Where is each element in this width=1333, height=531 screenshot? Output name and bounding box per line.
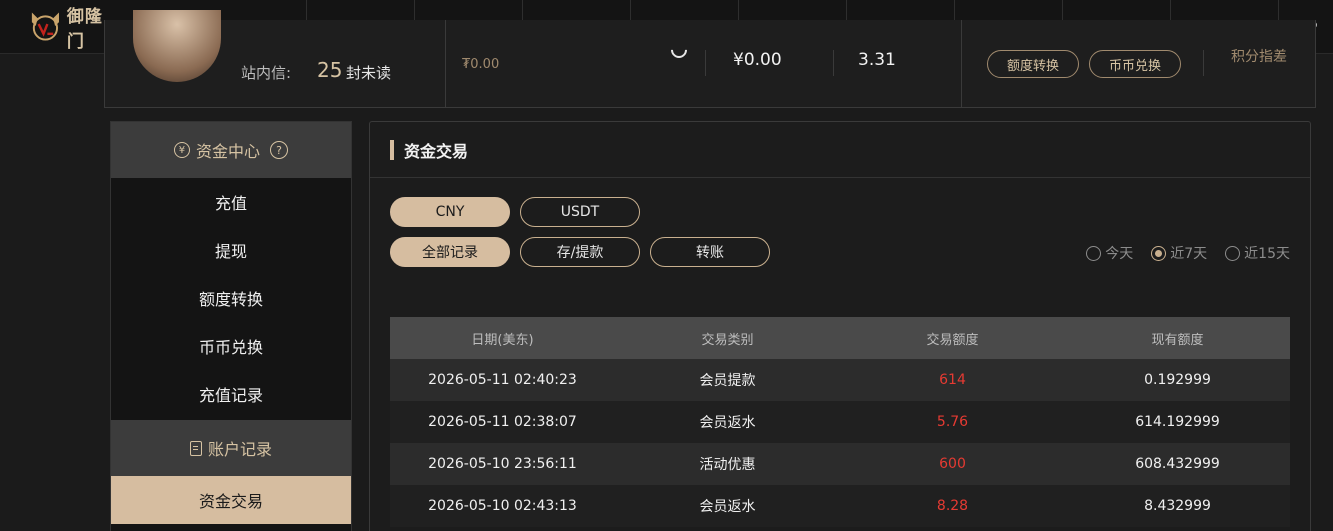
date-filter-label: 今天	[1105, 246, 1134, 262]
page-title: 资金交易	[404, 141, 469, 161]
divider	[445, 20, 446, 108]
sidebar-item-quota-transfer[interactable]: 额度转换	[111, 274, 351, 322]
cell-amount: 614	[939, 372, 966, 388]
help-icon[interactable]: ?	[270, 141, 288, 159]
sidebar-item-withdraw[interactable]: 提现	[111, 226, 351, 274]
message-unread-label: 封未读	[346, 64, 392, 82]
cell-balance: 608.432999	[1135, 456, 1220, 472]
date-filter-group: 今天 近7天 近15天	[1086, 243, 1290, 263]
other-balance: 3.31	[858, 50, 896, 70]
cell-date: 2026-05-11 02:40:23	[428, 372, 577, 388]
quota-transfer-button[interactable]: 额度转换	[987, 50, 1079, 78]
coin-icon: ¥	[173, 142, 190, 158]
table-header: 日期(美东) 交易类别 交易额度 现有额度	[390, 317, 1290, 359]
radio-icon	[1225, 245, 1241, 261]
transactions-table: 日期(美东) 交易类别 交易额度 现有额度 2026-05-11 02:40:2…	[390, 317, 1290, 527]
cell-type: 会员返水	[699, 499, 756, 515]
sidebar-section-title: 资金中心	[195, 142, 260, 161]
cell-type: 活动优惠	[699, 457, 756, 473]
cny-balance: ¥0.00	[733, 50, 782, 70]
record-tab-transfer[interactable]: 转账	[650, 237, 770, 267]
column-header-balance: 现有额度	[1151, 332, 1204, 348]
divider	[705, 50, 706, 76]
fund-transactions-panel: 资金交易 CNY USDT 全部记录 存/提款 转账 今天 近7天 近15天 日…	[369, 121, 1311, 531]
panel-header: 资金交易	[370, 122, 1310, 178]
sidebar-section-account-records: 账户记录	[111, 420, 351, 476]
column-header-type: 交易类别	[701, 332, 754, 348]
divider	[833, 50, 834, 76]
date-filter-label: 近15天	[1244, 246, 1290, 262]
date-filter-label: 近7天	[1170, 246, 1208, 262]
account-summary: 站内信: 25 封未读 ₮0.00 ¥0.00 3.31 额度转换 币币兑换 积…	[104, 10, 1316, 108]
avatar[interactable]	[133, 10, 221, 82]
date-filter-today[interactable]: 今天	[1086, 243, 1133, 263]
sidebar-item-deposit[interactable]: 充值	[111, 178, 351, 226]
cell-date: 2026-05-10 23:56:11	[428, 456, 577, 472]
coin-exchange-button[interactable]: 币币兑换	[1089, 50, 1181, 78]
cell-amount: 600	[939, 456, 966, 472]
column-header-amount: 交易额度	[926, 332, 979, 348]
table-row: 2026-05-11 02:40:23 会员提款 614 0.192999	[390, 359, 1290, 401]
cell-type: 会员提款	[699, 373, 756, 389]
currency-tab-usdt[interactable]: USDT	[520, 197, 640, 227]
radio-checked-icon	[1151, 245, 1167, 261]
cell-balance: 614.192999	[1135, 414, 1220, 430]
date-filter-15days[interactable]: 近15天	[1225, 243, 1290, 263]
sidebar-item-deposit-records[interactable]: 充值记录	[111, 370, 351, 418]
sidebar-section-funds: ¥ 资金中心 ?	[111, 122, 351, 178]
table-row: 2026-05-10 23:56:11 活动优惠 600 608.432999	[390, 443, 1290, 485]
document-icon	[189, 440, 202, 456]
column-header-date: 日期(美东)	[471, 332, 534, 348]
date-filter-7days[interactable]: 近7天	[1151, 243, 1207, 263]
table-body: 2026-05-11 02:40:23 会员提款 614 0.192999 20…	[390, 359, 1290, 527]
record-tab-all[interactable]: 全部记录	[390, 237, 510, 267]
title-accent-bar	[390, 139, 394, 160]
refresh-icon[interactable]	[667, 38, 691, 62]
sidebar-section-title: 账户记录	[207, 440, 272, 459]
message-label: 站内信:	[241, 64, 292, 82]
cell-amount: 5.76	[936, 414, 969, 430]
cell-balance: 0.192999	[1144, 372, 1211, 388]
divider	[961, 20, 962, 108]
cell-amount: 8.28	[936, 498, 969, 514]
table-row: 2026-05-11 02:38:07 会员返水 5.76 614.192999	[390, 401, 1290, 443]
cell-balance: 8.432999	[1144, 498, 1211, 514]
cell-date: 2026-05-10 02:43:13	[428, 498, 577, 514]
usdt-balance: ₮0.00	[462, 57, 500, 72]
cell-date: 2026-05-11 02:38:07	[428, 414, 577, 430]
logo-emblem-icon	[31, 12, 59, 41]
sidebar-item-fund-transactions[interactable]: 资金交易	[111, 476, 351, 524]
sidebar-item-coin-exchange[interactable]: 币币兑换	[111, 322, 351, 370]
table-row: 2026-05-10 02:43:13 会员返水 8.28 8.432999	[390, 485, 1290, 527]
currency-tab-cny[interactable]: CNY	[390, 197, 510, 227]
message-count[interactable]: 25	[317, 58, 342, 82]
divider	[1203, 50, 1204, 76]
cell-type: 会员返水	[699, 415, 756, 431]
radio-icon	[1086, 245, 1102, 261]
record-tab-deposit-withdraw[interactable]: 存/提款	[520, 237, 640, 267]
points-link[interactable]: 积分指差	[1231, 46, 1287, 66]
sidebar: ¥ 资金中心 ? 充值 提现 额度转换 币币兑换 充值记录 账户记录 资金交易	[110, 121, 352, 531]
